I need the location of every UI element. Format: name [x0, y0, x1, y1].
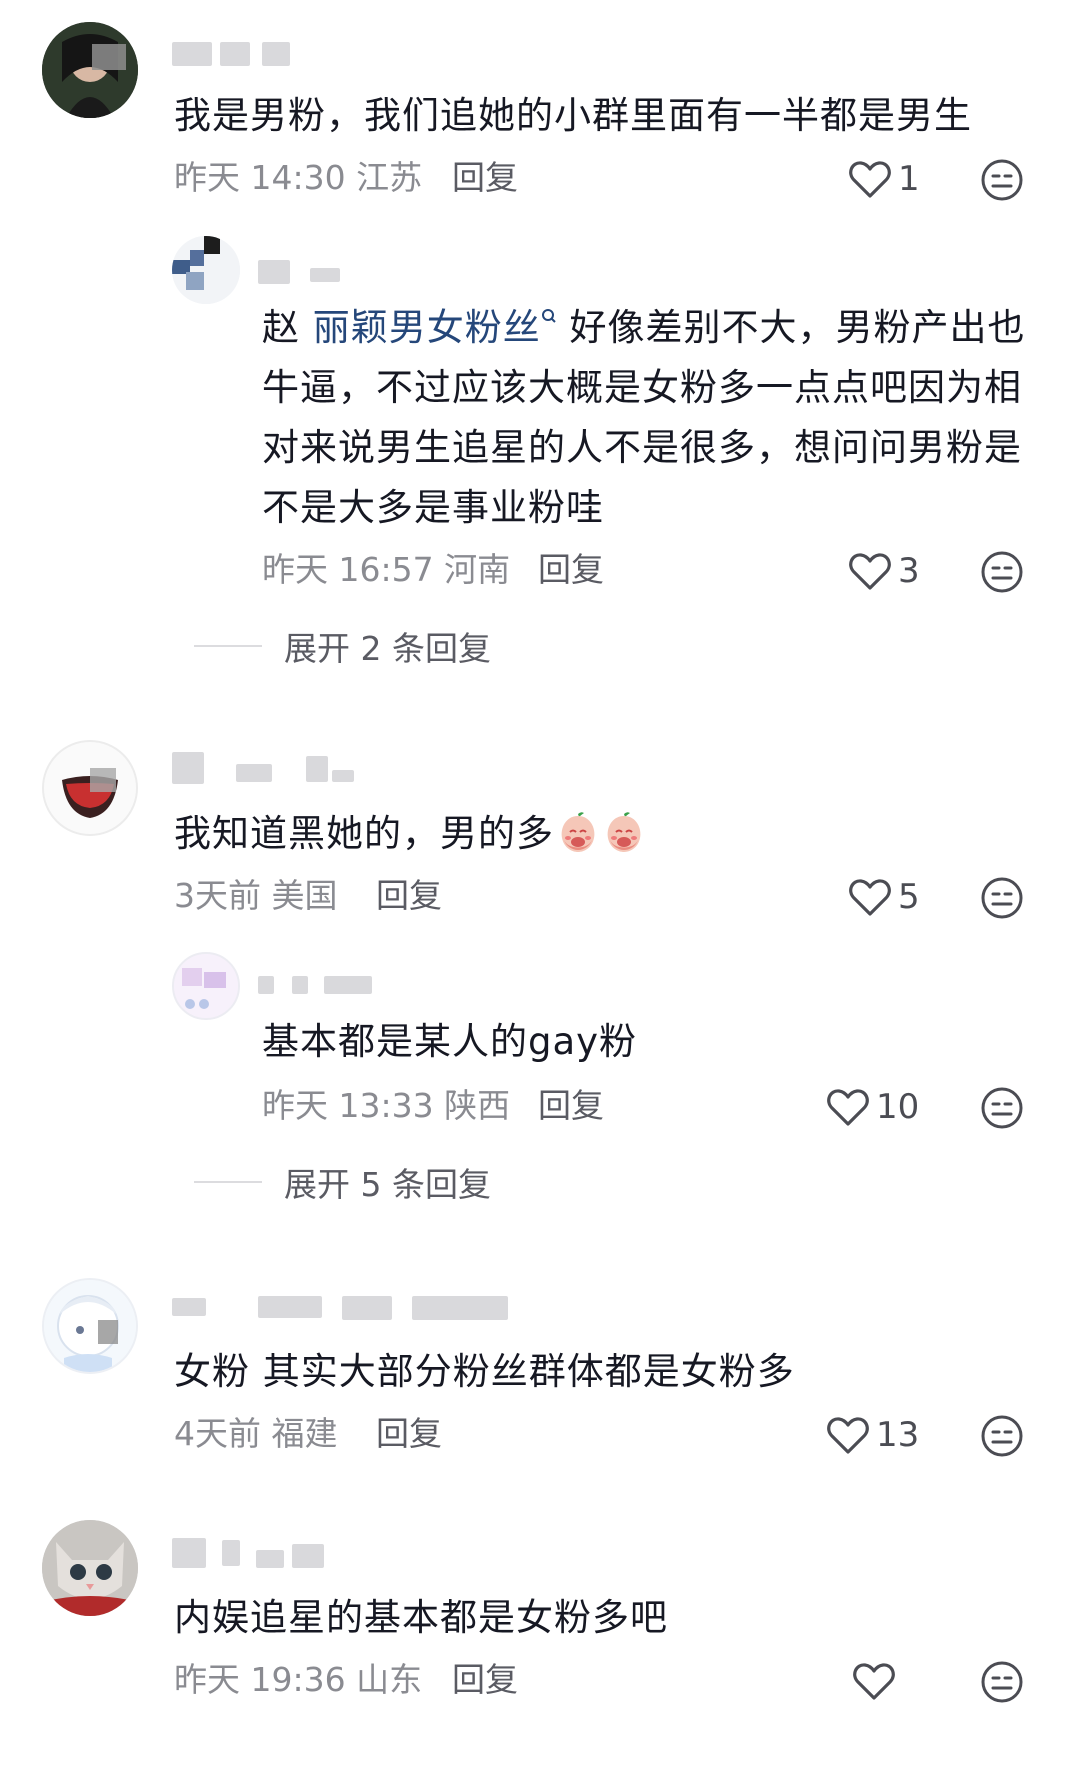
- like-count: 1: [898, 159, 920, 199]
- neutral-face-icon: [981, 1087, 1023, 1129]
- comment-time: 3天前: [174, 876, 261, 915]
- heart-outline-icon: [849, 161, 891, 198]
- user-avatar[interactable]: [42, 1520, 138, 1616]
- expand-replies-label: 展开 5 条回复: [284, 1165, 491, 1204]
- reply-time: 昨天 16:57: [262, 550, 434, 589]
- mention-keyword[interactable]: 丽颖男女粉丝: [313, 306, 541, 349]
- like-count: 10: [876, 1087, 920, 1127]
- comment-meta: 4天前 福建: [174, 1414, 338, 1454]
- username-blurred[interactable]: [172, 36, 292, 70]
- dislike-button[interactable]: [980, 1086, 1024, 1130]
- like-button[interactable]: 10: [826, 1084, 919, 1130]
- reply-button[interactable]: 回复: [452, 1660, 518, 1700]
- heart-outline-icon: [827, 1417, 869, 1454]
- reply-avatar[interactable]: [172, 236, 240, 304]
- divider-line: [194, 645, 262, 647]
- reply-location: 河南: [444, 550, 511, 589]
- like-count: 3: [898, 551, 920, 591]
- heart-outline-icon: [853, 1663, 895, 1700]
- reply-text-line: 好像差别不大，男粉产出也: [556, 306, 1026, 349]
- username-blurred[interactable]: [258, 254, 348, 288]
- like-button[interactable]: 13: [826, 1412, 919, 1458]
- avatar-photo: [174, 954, 238, 1018]
- comment-text: 女粉 其实大部分粉丝群体都是女粉多: [174, 1350, 795, 1393]
- neutral-face-icon: [981, 551, 1023, 593]
- username-blurred[interactable]: [172, 752, 362, 786]
- peach-face-emoji: [561, 812, 595, 852]
- comment-time: 4天前: [174, 1414, 261, 1453]
- neutral-face-icon: [981, 1661, 1023, 1703]
- search-icon: [541, 309, 556, 323]
- reply-button[interactable]: 回复: [538, 550, 604, 590]
- reply-text-line: 不是大多是事业粉哇: [262, 486, 604, 529]
- comment-text-body: 我知道黑她的，男的多: [174, 812, 554, 855]
- user-avatar[interactable]: [42, 22, 138, 118]
- reply-text: 基本都是某人的gay粉: [262, 1020, 638, 1063]
- expand-replies-button[interactable]: 展开 2 条回复: [194, 622, 491, 670]
- comment-text: 我是男粉，我们追她的小群里面有一半都是男生: [174, 94, 972, 137]
- reply-text-line: 牛逼，不过应该大概是女粉多一点点吧因为相: [262, 366, 1022, 409]
- divider-line: [194, 1181, 262, 1183]
- dislike-button[interactable]: [980, 876, 1024, 920]
- username-blurred[interactable]: [172, 1290, 512, 1324]
- user-avatar[interactable]: [42, 740, 138, 836]
- username-blurred[interactable]: [258, 968, 378, 1002]
- heart-outline-icon: [849, 553, 891, 590]
- dislike-button[interactable]: [980, 1660, 1024, 1704]
- avatar-photo: [42, 22, 138, 118]
- heart-outline-icon: [827, 1089, 869, 1126]
- neutral-face-icon: [981, 1415, 1023, 1457]
- dislike-button[interactable]: [980, 1414, 1024, 1458]
- reply-button[interactable]: 回复: [376, 1414, 442, 1454]
- comment-location: 江苏: [356, 158, 423, 197]
- dislike-button[interactable]: [980, 550, 1024, 594]
- mention-link[interactable]: 赵 丽颖男女粉丝: [262, 306, 557, 349]
- reply-button[interactable]: 回复: [538, 1086, 604, 1126]
- comment-meta: 昨天 19:36 山东: [174, 1660, 422, 1700]
- reply-time: 昨天 13:33: [262, 1086, 434, 1125]
- comment-time: 昨天 19:36: [174, 1660, 346, 1699]
- comment-location: 美国: [271, 876, 338, 915]
- neutral-face-icon: [981, 159, 1023, 201]
- reply-text-line: 对来说男生追星的人不是很多，想问问男粉是: [262, 426, 1022, 469]
- neutral-face-icon: [981, 877, 1023, 919]
- reply-meta: 昨天 13:33 陕西: [262, 1086, 510, 1126]
- mention-prefix: 赵: [262, 306, 313, 349]
- comment-location: 福建: [271, 1414, 338, 1453]
- user-avatar[interactable]: [42, 1278, 138, 1374]
- comment-location: 山东: [356, 1660, 423, 1699]
- comment-text: 我知道黑她的，男的多: [174, 804, 1034, 864]
- comment-meta: 3天前 美国: [174, 876, 338, 916]
- reply-meta: 昨天 16:57 河南: [262, 550, 510, 590]
- reply-text: 赵 丽颖男女粉丝 好像差别不大，男粉产出也 牛逼，不过应该大概是女粉多一点点吧因…: [262, 298, 1042, 538]
- like-button[interactable]: [852, 1658, 902, 1704]
- expand-replies-label: 展开 2 条回复: [284, 629, 491, 668]
- like-button[interactable]: 3: [848, 548, 920, 594]
- like-button[interactable]: 1: [848, 156, 920, 202]
- comment-text: 内娱追星的基本都是女粉多吧: [174, 1596, 668, 1639]
- like-button[interactable]: 5: [848, 874, 920, 920]
- avatar-photo: [44, 742, 136, 834]
- reply-avatar[interactable]: [172, 952, 240, 1020]
- avatar-photo: [172, 236, 240, 304]
- avatar-photo: [44, 1280, 136, 1372]
- like-count: 5: [898, 877, 920, 917]
- avatar-photo: [42, 1520, 138, 1616]
- dislike-button[interactable]: [980, 158, 1024, 202]
- like-count: 13: [876, 1415, 920, 1455]
- reply-location: 陕西: [444, 1086, 511, 1125]
- expand-replies-button[interactable]: 展开 5 条回复: [194, 1158, 491, 1206]
- comment-meta: 昨天 14:30 江苏: [174, 158, 422, 198]
- peach-face-emoji: [607, 812, 641, 852]
- comment-time: 昨天 14:30: [174, 158, 346, 197]
- reply-button[interactable]: 回复: [376, 876, 442, 916]
- reply-button[interactable]: 回复: [452, 158, 518, 198]
- heart-outline-icon: [849, 879, 891, 916]
- username-blurred[interactable]: [172, 1536, 332, 1570]
